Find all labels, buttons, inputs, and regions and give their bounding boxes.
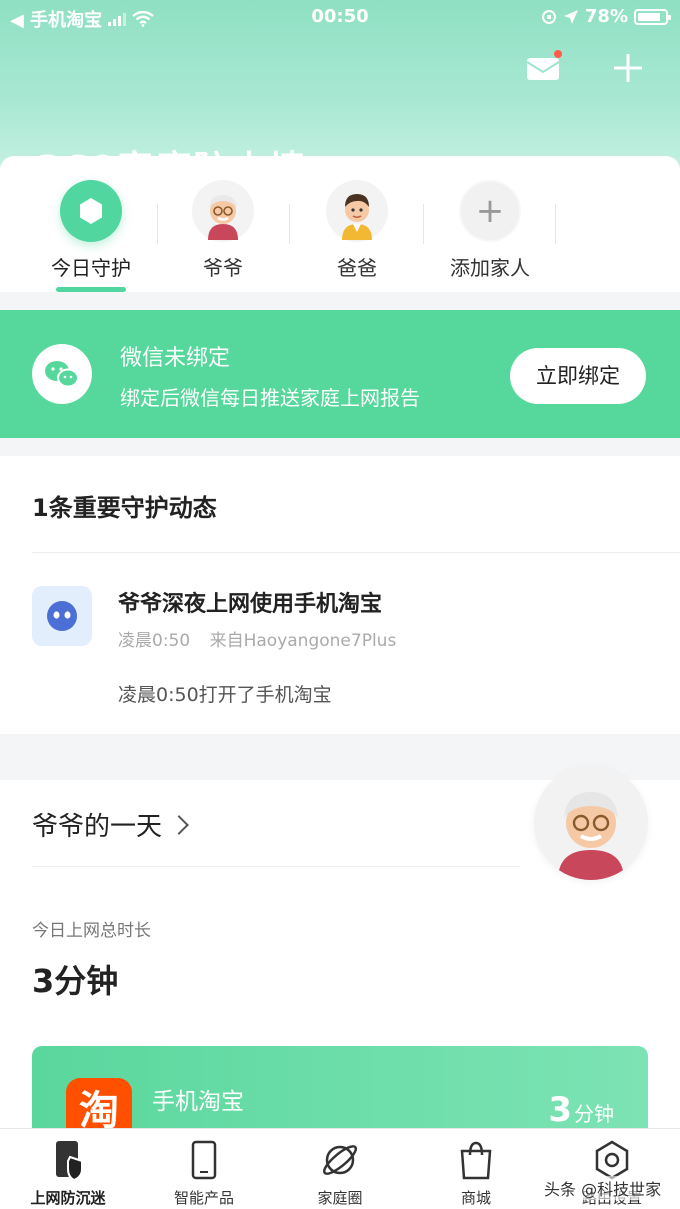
watermark: 头条 @科技世家 (540, 1176, 666, 1200)
day-title-link[interactable]: 爷爷的一天 (32, 806, 189, 843)
tab-divider (555, 204, 556, 244)
tab-dad[interactable]: 爸爸 (291, 180, 423, 281)
wechat-subtitle: 绑定后微信每日推送家庭上网报告 (120, 386, 420, 410)
orientation-lock-icon (541, 9, 556, 24)
shield-hexagon-icon (60, 180, 122, 242)
nav-smart-products[interactable]: 智能产品 (136, 1129, 272, 1209)
usage-unit: 分钟 (574, 1102, 614, 1126)
total-time-value: 3分钟 (32, 962, 119, 1000)
divider (32, 866, 520, 867)
add-icon[interactable] (612, 52, 644, 84)
router-settings-icon (595, 1140, 629, 1180)
active-tab-indicator (56, 287, 126, 292)
tab-today-guard[interactable]: 今日守护 (25, 180, 157, 281)
wechat-icon (32, 344, 92, 404)
alert-source: 来自Haoyangone7Plus (209, 631, 397, 651)
nav-label: 智能产品 (173, 1189, 234, 1207)
total-time-label: 今日上网总时长 (32, 921, 151, 941)
phone-shield-icon (56, 1141, 83, 1182)
nav-family-circle[interactable]: 家庭圈 (272, 1129, 408, 1209)
battery-icon (634, 8, 671, 25)
tab-label: 添加家人 (450, 256, 530, 280)
nav-label: 商城 (460, 1189, 491, 1207)
tab-label: 今日守护 (51, 256, 131, 280)
tab-divider (289, 204, 290, 244)
location-icon (563, 9, 578, 24)
wechat-bind-banner: 微信未绑定 绑定后微信每日推送家庭上网报告 立即绑定 (0, 310, 680, 438)
chevron-right-icon (169, 814, 189, 835)
nav-store[interactable]: 商城 (408, 1129, 544, 1209)
usage-app-name: 手机淘宝 (152, 1089, 244, 1115)
tab-grandpa[interactable]: 爷爷 (157, 180, 289, 281)
battery-percent: 78% (584, 6, 628, 27)
grandpa-avatar (534, 766, 648, 880)
alert-detail: 凌晨0:50打开了手机淘宝 (118, 684, 332, 706)
shopping-bag-icon (460, 1141, 492, 1180)
nav-anti-addiction[interactable]: 上网防沉迷 (0, 1129, 136, 1209)
notification-dot (554, 50, 562, 58)
alerts-title: 1条重要守护动态 (32, 494, 217, 522)
status-bar: ◀ 手机淘宝 00:50 78% (0, 0, 680, 34)
grandpa-avatar (192, 180, 254, 242)
alert-title: 爷爷深夜上网使用手机淘宝 (118, 592, 383, 617)
tab-label: 爸爸 (337, 256, 377, 280)
app-face-icon (32, 586, 92, 646)
day-title: 爷爷的一天 (32, 812, 163, 842)
bind-now-button[interactable]: 立即绑定 (510, 348, 646, 404)
alert-meta: 凌晨0:50 来自Haoyangone7Plus (118, 626, 396, 651)
dad-avatar (326, 180, 388, 242)
wechat-title: 微信未绑定 (120, 346, 231, 371)
tab-add-family[interactable]: + 添加家人 (424, 180, 556, 281)
tab-label: 爷爷 (203, 256, 243, 280)
alert-time: 凌晨0:50 (118, 631, 191, 651)
nav-label: 家庭圈 (317, 1189, 363, 1207)
device-icon (191, 1140, 217, 1180)
member-tabs: 今日守护 爷爷 爸爸 + 添加家人 (0, 156, 680, 292)
status-right: 78% (541, 6, 671, 27)
divider (32, 552, 680, 553)
usage-minutes: 3 (548, 1090, 572, 1130)
usage-duration: 3 分钟 (548, 1090, 614, 1130)
planet-icon (322, 1145, 358, 1175)
mail-icon[interactable] (526, 50, 562, 82)
plus-icon: + (459, 180, 521, 242)
nav-label: 上网防沉迷 (30, 1189, 106, 1207)
alerts-section: 1条重要守护动态 爷爷深夜上网使用手机淘宝 凌晨0:50 来自Haoyangon… (0, 456, 680, 734)
